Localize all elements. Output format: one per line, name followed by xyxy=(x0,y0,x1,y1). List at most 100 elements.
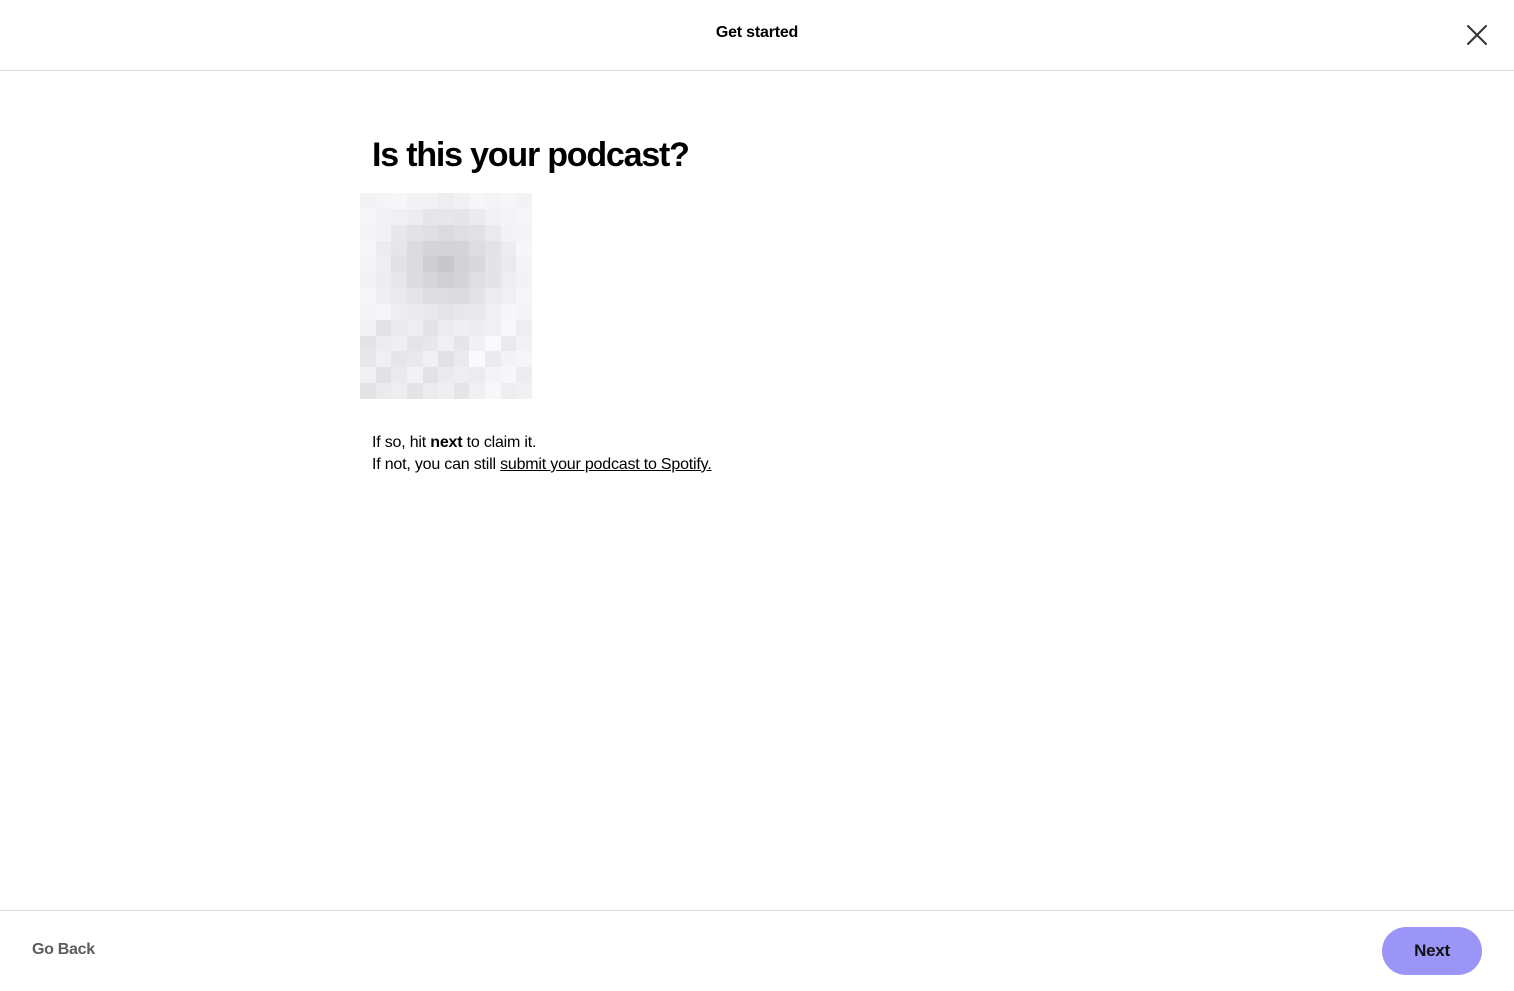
cover-pixel xyxy=(438,335,454,352)
cover-pixel xyxy=(391,367,407,384)
cover-pixel xyxy=(453,303,470,320)
cover-pixel xyxy=(375,240,392,257)
cover-pixel xyxy=(516,319,532,336)
cover-pixel xyxy=(422,193,439,209)
cover-pixel xyxy=(485,224,501,241)
cover-pixel xyxy=(453,367,470,384)
close-button[interactable] xyxy=(1464,22,1490,48)
cover-pixel xyxy=(485,351,501,368)
description: If so, hit next to claim it. If not, you… xyxy=(372,432,712,476)
cover-pixel xyxy=(391,193,407,209)
cover-pixel xyxy=(516,256,532,273)
cover-pixel xyxy=(375,208,392,225)
next-button[interactable]: Next xyxy=(1382,927,1482,975)
cover-pixel xyxy=(500,272,517,289)
cover-pixel xyxy=(391,208,407,225)
cover-pixel xyxy=(453,208,470,225)
cover-pixel xyxy=(500,367,517,384)
cover-pixel xyxy=(375,383,392,399)
cover-pixel xyxy=(469,272,486,289)
cover-pixel xyxy=(406,272,423,289)
cover-pixel xyxy=(375,351,392,368)
cover-pixel xyxy=(500,351,517,368)
cover-pixel xyxy=(438,256,454,273)
modal-footer: Go Back Next xyxy=(0,910,1514,991)
cover-pixel xyxy=(422,351,439,368)
cover-pixel xyxy=(406,335,423,352)
cover-pixel xyxy=(360,208,376,225)
cover-pixel xyxy=(375,303,392,320)
cover-pixel xyxy=(391,351,407,368)
cover-pixel xyxy=(485,240,501,257)
cover-pixel xyxy=(406,319,423,336)
cover-pixel xyxy=(360,351,376,368)
cover-pixel xyxy=(375,335,392,352)
cover-pixel xyxy=(406,224,423,241)
cover-pixel xyxy=(422,303,439,320)
cover-pixel xyxy=(469,288,486,304)
cover-pixel xyxy=(516,224,532,241)
cover-pixel xyxy=(453,383,470,399)
cover-pixel xyxy=(391,224,407,241)
cover-pixel xyxy=(469,224,486,241)
cover-pixel xyxy=(438,383,454,399)
cover-pixel xyxy=(360,288,376,304)
cover-pixel xyxy=(406,303,423,320)
cover-pixel xyxy=(422,240,439,257)
cover-pixel xyxy=(469,335,486,352)
cover-pixel xyxy=(438,224,454,241)
cover-pixel xyxy=(391,335,407,352)
cover-pixel xyxy=(360,383,376,399)
line1-bold: next xyxy=(430,434,463,451)
cover-pixel xyxy=(516,240,532,257)
submit-podcast-link[interactable]: submit your podcast to Spotify. xyxy=(500,456,712,473)
cover-pixel xyxy=(500,208,517,225)
cover-pixel xyxy=(516,193,532,209)
cover-pixel xyxy=(438,193,454,209)
cover-pixel xyxy=(406,240,423,257)
podcast-cover-image xyxy=(360,193,532,399)
cover-pixel xyxy=(469,367,486,384)
cover-pixel xyxy=(438,288,454,304)
cover-pixel xyxy=(360,272,376,289)
cover-pixel xyxy=(453,335,470,352)
cover-pixel xyxy=(485,383,501,399)
cover-pixel xyxy=(485,319,501,336)
line1-prefix: If so, hit xyxy=(372,434,431,451)
cover-pixel xyxy=(500,256,517,273)
cover-pixel xyxy=(406,256,423,273)
cover-pixel xyxy=(391,272,407,289)
cover-pixel xyxy=(391,383,407,399)
cover-pixel xyxy=(500,193,517,209)
cover-pixel xyxy=(485,208,501,225)
description-line-2: If not, you can still submit your podcas… xyxy=(372,454,712,476)
cover-pixel xyxy=(406,193,423,209)
cover-pixel xyxy=(500,288,517,304)
cover-pixel xyxy=(453,351,470,368)
cover-pixel xyxy=(453,288,470,304)
cover-pixel xyxy=(485,256,501,273)
cover-pixel xyxy=(360,367,376,384)
cover-pixel xyxy=(422,224,439,241)
cover-pixel xyxy=(391,319,407,336)
cover-pixel xyxy=(453,319,470,336)
cover-pixel xyxy=(360,303,376,320)
cover-pixel xyxy=(391,256,407,273)
cover-pixel xyxy=(360,240,376,257)
cover-pixel xyxy=(485,193,501,209)
cover-pixel xyxy=(422,383,439,399)
description-line-1: If so, hit next to claim it. xyxy=(372,432,712,454)
cover-pixel xyxy=(469,208,486,225)
cover-pixel xyxy=(485,303,501,320)
go-back-button[interactable]: Go Back xyxy=(32,941,95,959)
cover-pixel xyxy=(469,240,486,257)
cover-pixel xyxy=(469,383,486,399)
line2-prefix: If not, you can still xyxy=(372,456,501,473)
cover-pixel xyxy=(516,208,532,225)
main-content: Is this your podcast? If so, hit next to… xyxy=(0,71,1514,910)
cover-pixel xyxy=(469,319,486,336)
cover-pixel xyxy=(485,335,501,352)
cover-pixel xyxy=(516,335,532,352)
cover-pixel xyxy=(422,335,439,352)
cover-pixel xyxy=(406,383,423,399)
